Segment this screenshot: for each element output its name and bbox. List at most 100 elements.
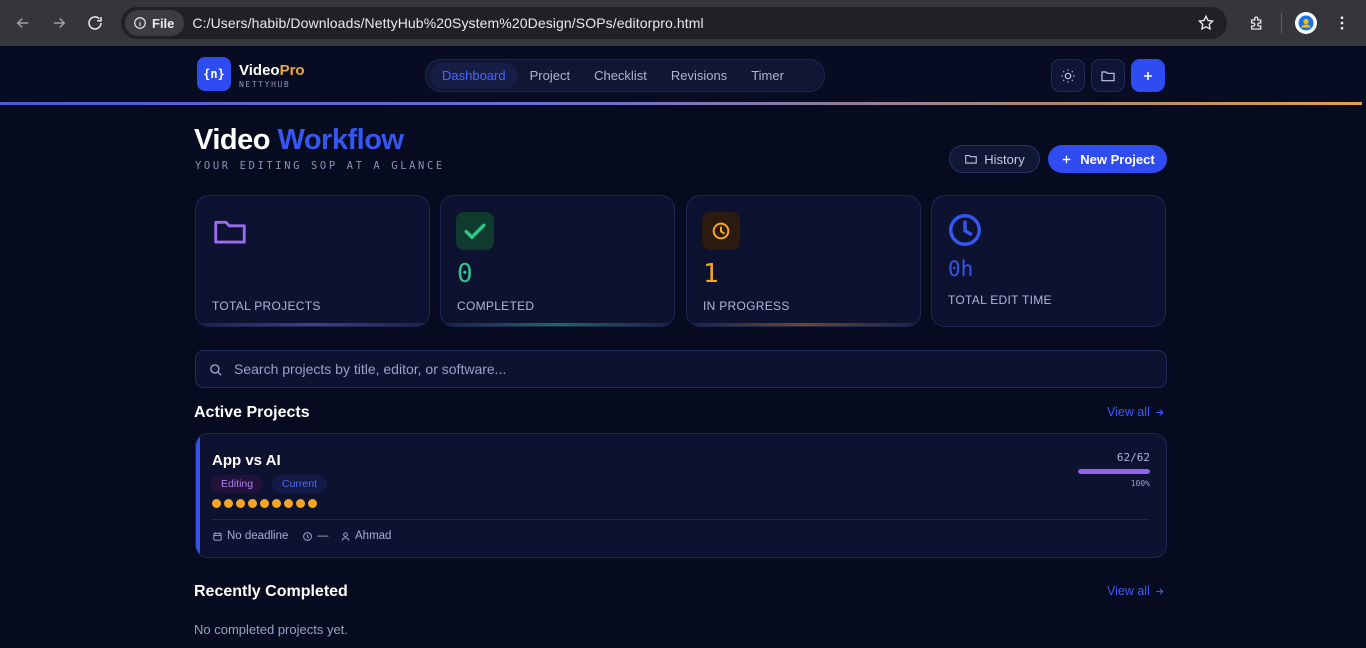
- forward-button[interactable]: [41, 5, 77, 41]
- active-projects-title: Active Projects: [194, 404, 310, 421]
- header-accent-line: [0, 102, 1362, 105]
- plus-icon: [1062, 155, 1071, 163]
- checklist-dot: [260, 499, 269, 508]
- history-button[interactable]: History: [949, 145, 1040, 173]
- checklist-dot: [224, 499, 233, 508]
- checklist-dot: [272, 499, 281, 508]
- new-project-button[interactable]: New Project: [1048, 145, 1167, 173]
- editor-meta: Ahmad: [340, 530, 391, 542]
- search-icon: [210, 363, 222, 375]
- progress-bar: [1078, 469, 1150, 474]
- puzzle-icon: [1251, 16, 1262, 30]
- stat-card-total-projects: 1 TOTAL PROJECTS: [195, 195, 430, 327]
- theme-toggle-button[interactable]: [1051, 59, 1085, 92]
- checklist-dot: [296, 499, 305, 508]
- stat-card-total-edit-time: 0h TOTAL EDIT TIME: [931, 195, 1166, 327]
- browser-toolbar: File C:/Users/habib/Downloads/NettyHub%2…: [0, 0, 1366, 46]
- project-card[interactable]: App vs AI Editing Current 62/62 100% No …: [195, 433, 1167, 558]
- profile-icon: [1298, 15, 1314, 31]
- clock-icon: [946, 211, 984, 249]
- info-icon: [134, 17, 146, 29]
- page-title-main: Video: [194, 124, 270, 156]
- current-badge: Current: [272, 475, 328, 493]
- stage-badge: Editing: [211, 475, 264, 493]
- page-subtitle: YOUR EDITING SOP AT A GLANCE: [195, 160, 445, 172]
- time-text: —: [317, 530, 329, 542]
- search-input[interactable]: [234, 361, 1134, 377]
- arrow-right-icon: [1156, 408, 1164, 416]
- card-divider: [212, 519, 1150, 520]
- sun-icon: [1061, 68, 1075, 83]
- brand: VideoPro NETTYHUB: [239, 62, 305, 89]
- tab-timer[interactable]: Timer: [739, 63, 796, 88]
- plus-icon: [1144, 71, 1152, 80]
- brand-name: VideoPro: [239, 62, 305, 80]
- star-icon: [1197, 14, 1215, 31]
- history-label: History: [984, 151, 1025, 167]
- more-vertical-icon: [1340, 16, 1344, 30]
- brand-name-main: Video: [239, 62, 280, 79]
- stat-label: TOTAL EDIT TIME: [948, 293, 1052, 307]
- header-add-button[interactable]: [1131, 59, 1165, 92]
- open-folder-button[interactable]: [1091, 59, 1125, 92]
- bookmark-star-button[interactable]: [1197, 14, 1215, 37]
- view-all-label: View all: [1107, 405, 1150, 419]
- clock-icon: [702, 212, 740, 250]
- completed-view-all-link[interactable]: View all: [1107, 584, 1165, 598]
- new-project-label: New Project: [1080, 151, 1155, 167]
- url-text: C:/Users/habib/Downloads/NettyHub%20Syst…: [192, 15, 704, 31]
- checklist-dot: [284, 499, 293, 508]
- checklist-dot: [248, 499, 257, 508]
- editor-text: Ahmad: [355, 530, 392, 542]
- stat-value: 1: [703, 259, 719, 289]
- page-title-accent: Workflow: [277, 124, 404, 156]
- reload-button[interactable]: [77, 5, 113, 41]
- empty-completed-text: No completed projects yet.: [194, 622, 348, 637]
- arrow-right-icon: [1156, 587, 1164, 595]
- folder-icon: [1101, 70, 1115, 81]
- checklist-dot: [308, 499, 317, 508]
- deadline-text: No deadline: [227, 530, 289, 542]
- recently-completed-title: Recently Completed: [194, 583, 348, 600]
- stat-accent-bar: [196, 323, 429, 326]
- project-title: App vs AI: [212, 452, 281, 469]
- main-nav: Dashboard Project Checklist Revisions Ti…: [425, 59, 825, 92]
- calendar-icon: [213, 531, 222, 541]
- view-all-label: View all: [1107, 584, 1150, 598]
- check-icon: [456, 212, 494, 250]
- stat-value: 0h: [948, 257, 974, 281]
- address-bar[interactable]: File C:/Users/habib/Downloads/NettyHub%2…: [121, 7, 1227, 39]
- brand-subtitle: NETTYHUB: [239, 80, 291, 89]
- folder-icon: [965, 154, 978, 164]
- page-title: Video Workflow: [194, 124, 404, 157]
- deadline-meta: No deadline: [212, 530, 288, 542]
- back-button[interactable]: [5, 5, 41, 41]
- brand-name-accent: Pro: [279, 62, 305, 79]
- active-view-all-link[interactable]: View all: [1107, 405, 1165, 419]
- arrow-left-icon: [16, 17, 29, 29]
- brand-logo[interactable]: {n}: [197, 57, 231, 91]
- avatar: [1295, 12, 1317, 34]
- profile-button[interactable]: [1288, 5, 1324, 41]
- extensions-button[interactable]: [1239, 5, 1275, 41]
- progress-percent: 100%: [1130, 479, 1150, 488]
- stat-card-in-progress: 1 IN PROGRESS: [686, 195, 921, 327]
- time-meta: —: [302, 530, 329, 542]
- tab-checklist[interactable]: Checklist: [582, 63, 659, 88]
- checklist-dot: [236, 499, 245, 508]
- browser-menu-button[interactable]: [1324, 5, 1360, 41]
- file-chip-label: File: [152, 15, 175, 31]
- progress-fill: [1078, 469, 1150, 474]
- stat-label: IN PROGRESS: [703, 299, 790, 313]
- tab-project[interactable]: Project: [518, 63, 582, 88]
- tab-revisions[interactable]: Revisions: [659, 63, 739, 88]
- stat-label: COMPLETED: [457, 299, 535, 313]
- stat-value: 0: [457, 259, 473, 289]
- folder-icon: [211, 212, 249, 250]
- search-bar[interactable]: [195, 350, 1167, 388]
- user-icon: [341, 531, 350, 541]
- site-info-chip[interactable]: File: [125, 10, 185, 36]
- arrow-right-icon: [53, 17, 66, 29]
- toolbar-separator: [1281, 13, 1282, 33]
- tab-dashboard[interactable]: Dashboard: [430, 63, 518, 88]
